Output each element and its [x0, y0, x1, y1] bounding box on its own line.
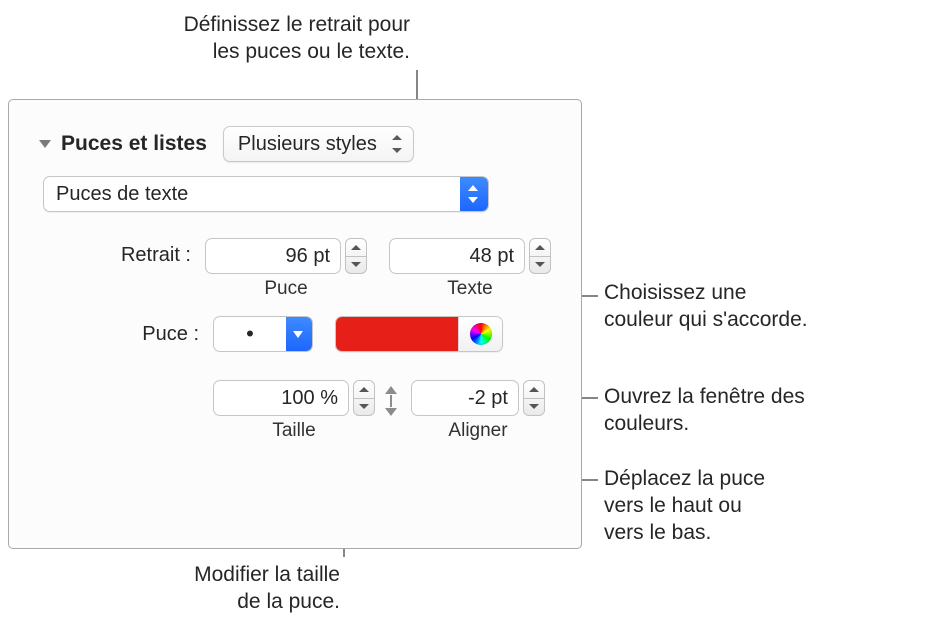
chevron-updown-icon — [460, 177, 488, 211]
step-up-icon[interactable] — [354, 381, 374, 398]
bullet-color-group — [335, 316, 503, 352]
taille-spinner[interactable]: 100 % — [213, 380, 375, 416]
section-header: Puces et listes Plusieurs styles — [39, 126, 551, 162]
step-up-icon[interactable] — [524, 381, 544, 398]
aligner-caption: Aligner — [411, 420, 545, 442]
taille-value[interactable]: 100 % — [213, 380, 349, 416]
chevron-updown-icon — [391, 135, 403, 153]
retrait-puce-group: 96 pt Puce — [205, 238, 367, 300]
step-up-icon[interactable] — [346, 239, 366, 256]
bullet-type-popup[interactable]: Puces de texte — [43, 176, 489, 212]
disclosure-triangle-icon[interactable] — [39, 140, 51, 148]
retrait-puce-caption: Puce — [205, 278, 367, 300]
callout-color-match: Choisissez une couleur qui s'accorde. — [604, 280, 934, 334]
list-style-popup[interactable]: Plusieurs styles — [223, 126, 414, 162]
step-down-icon[interactable] — [354, 398, 374, 416]
callout-move-bullet: Déplacez la puce vers le haut ou vers le… — [604, 466, 934, 547]
vertical-align-icon — [381, 386, 401, 416]
step-down-icon[interactable] — [346, 256, 366, 274]
callout-retrait: Définissez le retrait pour les puces ou … — [20, 12, 410, 66]
bullets-lists-panel: Puces et listes Plusieurs styles Puces d… — [8, 99, 582, 549]
stepper[interactable] — [529, 238, 551, 274]
stepper[interactable] — [345, 238, 367, 274]
bullet-type-label: Puces de texte — [44, 183, 460, 206]
color-swatch[interactable] — [336, 317, 458, 351]
retrait-texte-spinner[interactable]: 48 pt — [389, 238, 551, 274]
color-wheel-button[interactable] — [458, 317, 502, 351]
taille-group: 100 % Taille — [213, 380, 375, 442]
aligner-spinner[interactable]: -2 pt — [411, 380, 545, 416]
chevron-down-icon — [286, 317, 312, 351]
retrait-puce-value[interactable]: 96 pt — [205, 238, 341, 274]
section-title: Puces et listes — [61, 132, 207, 156]
color-wheel-icon — [470, 323, 492, 345]
retrait-texte-group: 48 pt Texte — [389, 238, 551, 300]
puce-label: Puce : — [39, 323, 213, 346]
retrait-label: Retrait : — [39, 238, 205, 267]
retrait-texte-caption: Texte — [389, 278, 551, 300]
step-down-icon[interactable] — [524, 398, 544, 416]
taille-caption: Taille — [213, 420, 375, 442]
retrait-puce-spinner[interactable]: 96 pt — [205, 238, 367, 274]
aligner-value[interactable]: -2 pt — [411, 380, 519, 416]
stepper[interactable] — [523, 380, 545, 416]
step-up-icon[interactable] — [530, 239, 550, 256]
callout-color-window: Ouvrez la fenêtre des couleurs. — [604, 384, 934, 438]
step-down-icon[interactable] — [530, 256, 550, 274]
bullet-glyph: • — [214, 321, 286, 347]
retrait-texte-value[interactable]: 48 pt — [389, 238, 525, 274]
bullet-glyph-popup[interactable]: • — [213, 316, 313, 352]
callout-size: Modifier la taille de la puce. — [125, 562, 340, 616]
aligner-group: -2 pt Aligner — [411, 380, 545, 442]
list-style-label: Plusieurs styles — [238, 133, 377, 156]
stepper[interactable] — [353, 380, 375, 416]
